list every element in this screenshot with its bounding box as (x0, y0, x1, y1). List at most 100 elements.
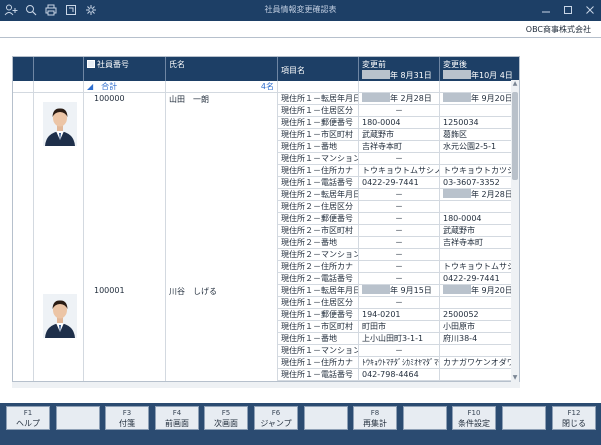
fkey-label: 再集計 (363, 419, 387, 428)
item-name: 現住所２－転居年月日 (278, 189, 359, 201)
fkey-label: 条件設定 (458, 419, 490, 428)
after-value (440, 201, 519, 213)
after-value: 小田原市 (443, 322, 475, 331)
header-name-label: 氏名 (169, 60, 185, 69)
before-value: － (359, 225, 440, 237)
after-value: トウキョウトムサシノ (443, 262, 520, 271)
summary-count: 4名 (166, 81, 278, 93)
row-selector[interactable] (13, 93, 34, 285)
before-value: 上小山田町3-1-1 (359, 333, 440, 345)
fkey-blank[interactable] (56, 406, 100, 430)
fkey-number: F8 (370, 409, 380, 417)
cell (440, 81, 519, 93)
item-name: 現住所１－マンション (278, 345, 359, 357)
fkey-number: F5 (221, 409, 231, 417)
fkey-f4[interactable]: F4 前画面 (155, 406, 199, 430)
close-icon[interactable] (583, 3, 597, 17)
header-col-photo (34, 57, 84, 81)
after-value: 180-0004 (443, 214, 482, 223)
photo-cell (34, 93, 84, 285)
fkey-number: F4 (172, 409, 182, 417)
fkey-f12[interactable]: F12 閉じる (552, 406, 596, 430)
item-name: 現住所１－マンション (278, 153, 359, 165)
fkey-f1[interactable]: F1 ヘルプ (6, 406, 50, 430)
horizontal-scrollbar[interactable] (12, 382, 520, 388)
before-date: 年 2月28日 (390, 94, 432, 103)
fkey-f3[interactable]: F3 付箋 (105, 406, 149, 430)
employee-no: 100001 (84, 285, 166, 381)
redacted-year (362, 285, 390, 294)
before-value: － (359, 345, 440, 357)
header-after[interactable]: 変更後 年10月 4日 (440, 57, 519, 81)
before-value: 町田市 (359, 321, 440, 333)
after-value: 年 2月28日 (440, 189, 519, 201)
vertical-scrollbar[interactable]: ▲ ▼ (511, 80, 519, 382)
before-value: － (359, 213, 440, 225)
after-value: 2500052 (443, 310, 479, 319)
scroll-up-icon[interactable]: ▲ (511, 80, 519, 88)
fkey-number: F10 (467, 409, 481, 417)
item-name: 現住所１－住所カナ (278, 357, 359, 369)
item-name: 現住所１－市区町村 (278, 321, 359, 333)
after-date: 年 9月20日 (471, 94, 513, 103)
item-name: 現住所２－郵便番号 (278, 213, 359, 225)
header-after-date: 年10月 4日 (471, 71, 513, 80)
photo-cell (34, 285, 84, 381)
scroll-down-icon[interactable]: ▼ (511, 374, 519, 382)
after-value: 03-3607-3352 (443, 178, 500, 187)
before-value: 年 2月28日 (359, 93, 440, 105)
after-value: 府川38-4 (443, 334, 478, 343)
minimize-icon[interactable] (539, 3, 553, 17)
header-before[interactable]: 変更前 年 8月31日 (359, 57, 440, 81)
collapse-icon[interactable]: ◢ (87, 82, 93, 91)
after-value: 葛飾区 (443, 130, 467, 139)
after-value: 水元公園2-5-1 (443, 142, 497, 151)
fkey-f10[interactable]: F10 条件設定 (452, 406, 496, 430)
after-value: カナガワケンオダワラ (443, 358, 520, 367)
item-name: 現住所１－住居区分 (278, 297, 359, 309)
header-before-label: 変更前 (362, 60, 386, 69)
fkey-number: F6 (271, 409, 281, 417)
after-value (440, 249, 519, 261)
fkey-blank[interactable] (403, 406, 447, 430)
cell (13, 81, 34, 93)
before-value: － (359, 261, 440, 273)
before-value: 吉祥寺本町 (359, 141, 440, 153)
fkey-label: 閉じる (562, 419, 586, 428)
row-selector[interactable] (13, 285, 34, 381)
fkey-label: 付箋 (119, 419, 135, 428)
item-name: 現住所１－転居年月日 (278, 93, 359, 105)
item-name: 現住所１－郵便番号 (278, 309, 359, 321)
item-name: 現住所１－番地 (278, 141, 359, 153)
redacted-year (443, 189, 471, 198)
fkey-f8[interactable]: F8 再集計 (353, 406, 397, 430)
fkey-f5[interactable]: F5 次画面 (204, 406, 248, 430)
before-value: － (359, 273, 440, 285)
fkey-number: F3 (122, 409, 132, 417)
employee-photo-icon (43, 294, 77, 338)
fkey-f6[interactable]: F6 ジャンプ (254, 406, 298, 430)
before-value: 194-0201 (359, 309, 440, 321)
fkey-label: ジャンプ (260, 419, 292, 428)
scroll-thumb[interactable] (512, 92, 518, 180)
summary-row[interactable]: ◢ 合計 4名 (13, 81, 519, 93)
before-value: － (359, 189, 440, 201)
fkey-blank[interactable] (502, 406, 546, 430)
item-name: 現住所１－電話番号 (278, 177, 359, 189)
company-name: OBC商事株式会社 (525, 25, 591, 34)
after-value: 0422-29-7441 (443, 274, 500, 283)
before-value: － (359, 153, 440, 165)
fkey-blank[interactable] (304, 406, 348, 430)
header-item[interactable]: 項目名 (278, 57, 359, 81)
header-employee-no[interactable]: 社員番号 (84, 57, 166, 81)
after-date: 年 9月20日 (471, 286, 513, 295)
header-name[interactable]: 氏名 (166, 57, 278, 81)
employee-icon (87, 60, 95, 68)
employee-photo-icon (43, 102, 77, 146)
redacted-year (443, 70, 471, 79)
before-value: 年 9月15日 (359, 285, 440, 297)
item-name: 現住所２－住所カナ (278, 261, 359, 273)
fkey-number: F1 (23, 409, 33, 417)
maximize-icon[interactable] (561, 3, 575, 17)
summary-label-cell: ◢ 合計 (84, 81, 166, 93)
